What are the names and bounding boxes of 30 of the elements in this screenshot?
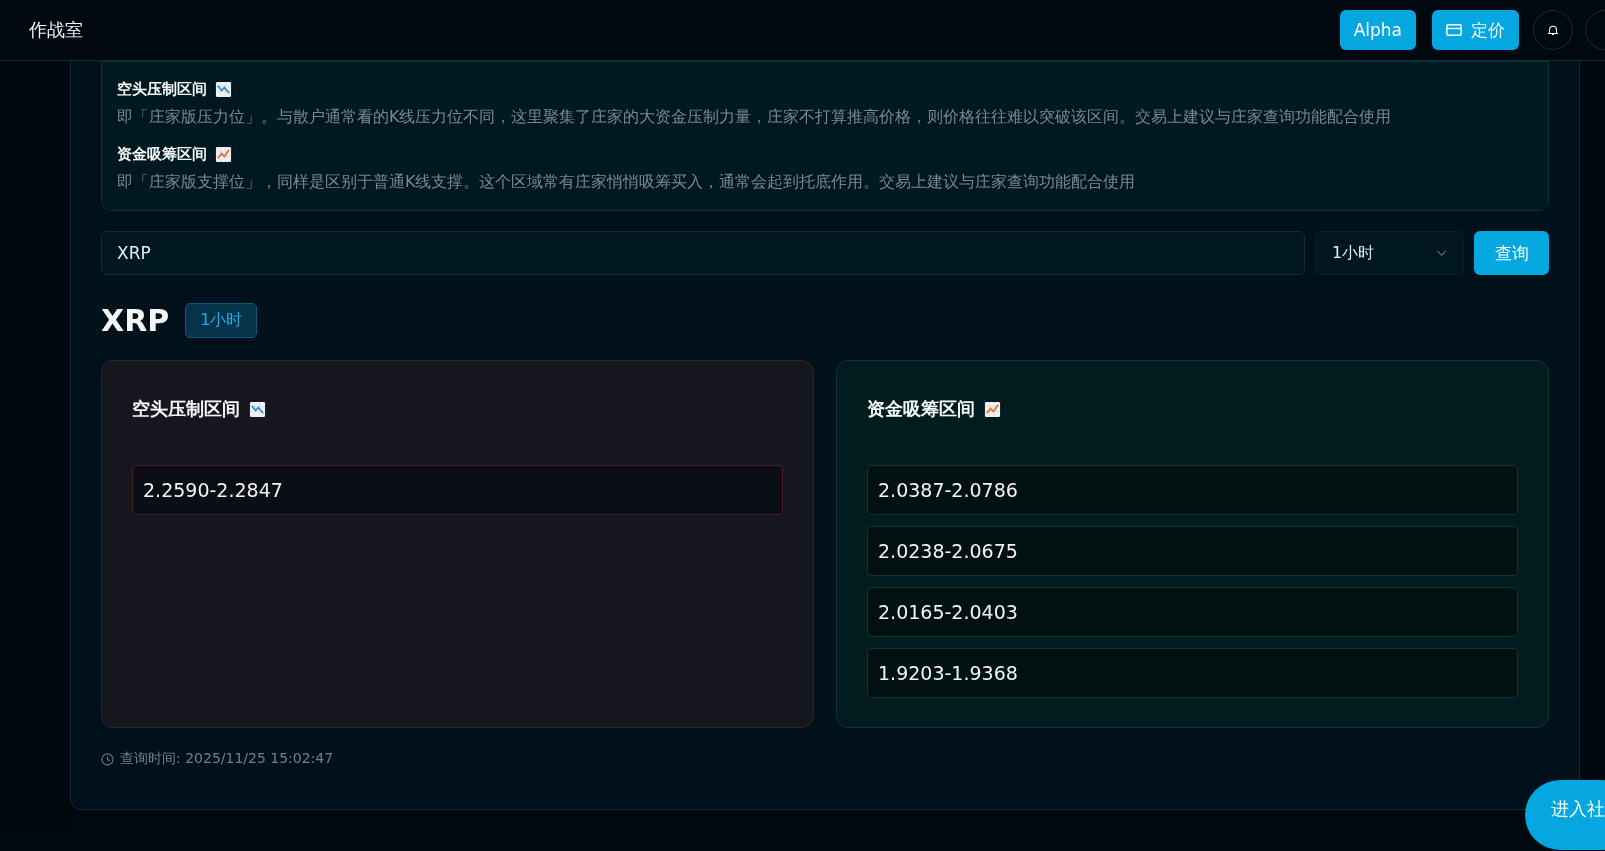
info-heading: 空头压制区间: [117, 80, 207, 99]
query-time: 查询时间: 2025/11/25 15:02:47: [120, 750, 334, 768]
notification-button[interactable]: [1533, 10, 1573, 50]
card-heading: 空头压制区间: [132, 397, 240, 421]
info-description: 即「庄家版压力位」。与散户通常看的K线压力位不同，这里聚集了庄家的大资金压制力量，庄家不打算推高价格，则价格往往难以突破该区间。交易上建议与庄家查询功能配合使用: [117, 106, 1393, 128]
alpha-button[interactable]: Alpha: [1339, 10, 1416, 50]
price-range: 2.0165-2.0403: [867, 587, 1518, 637]
query-button[interactable]: 查询: [1474, 231, 1549, 275]
chart-increasing-icon: [984, 400, 1001, 418]
chart-decreasing-icon: [249, 400, 266, 418]
community-button[interactable]: 进入社: [1525, 780, 1605, 850]
interval-select[interactable]: 1小时: [1315, 231, 1464, 275]
price-range: 1.9203-1.9368: [867, 648, 1518, 698]
price-range: 2.0387-2.0786: [867, 465, 1518, 515]
symbol-input[interactable]: XRP: [101, 231, 1305, 275]
price-range: 2.0238-2.0675: [867, 526, 1518, 576]
symbol-title: XRP: [101, 303, 170, 338]
clock-icon: [101, 752, 114, 766]
app-title: 作战室: [29, 18, 83, 42]
chart-decreasing-icon: [215, 81, 232, 98]
interval-tag: 1小时: [185, 303, 258, 338]
card-heading: 资金吸筹区间: [867, 397, 975, 421]
price-range: 2.2590-2.2847: [132, 465, 783, 515]
chevron-down-icon: [1436, 249, 1447, 257]
info-heading: 资金吸筹区间: [117, 145, 207, 164]
card-icon: [1446, 24, 1462, 36]
chart-increasing-icon: [215, 146, 232, 163]
bell-icon: [1547, 24, 1559, 36]
info-description: 即「庄家版支撑位」，同样是区别于普通K线支撑。这个区域常有庄家悄悄吸筹买入，通常会起到托底作用。交易上建议与庄家查询功能配合使用: [117, 171, 1137, 193]
pricing-button[interactable]: 定价: [1432, 10, 1519, 50]
